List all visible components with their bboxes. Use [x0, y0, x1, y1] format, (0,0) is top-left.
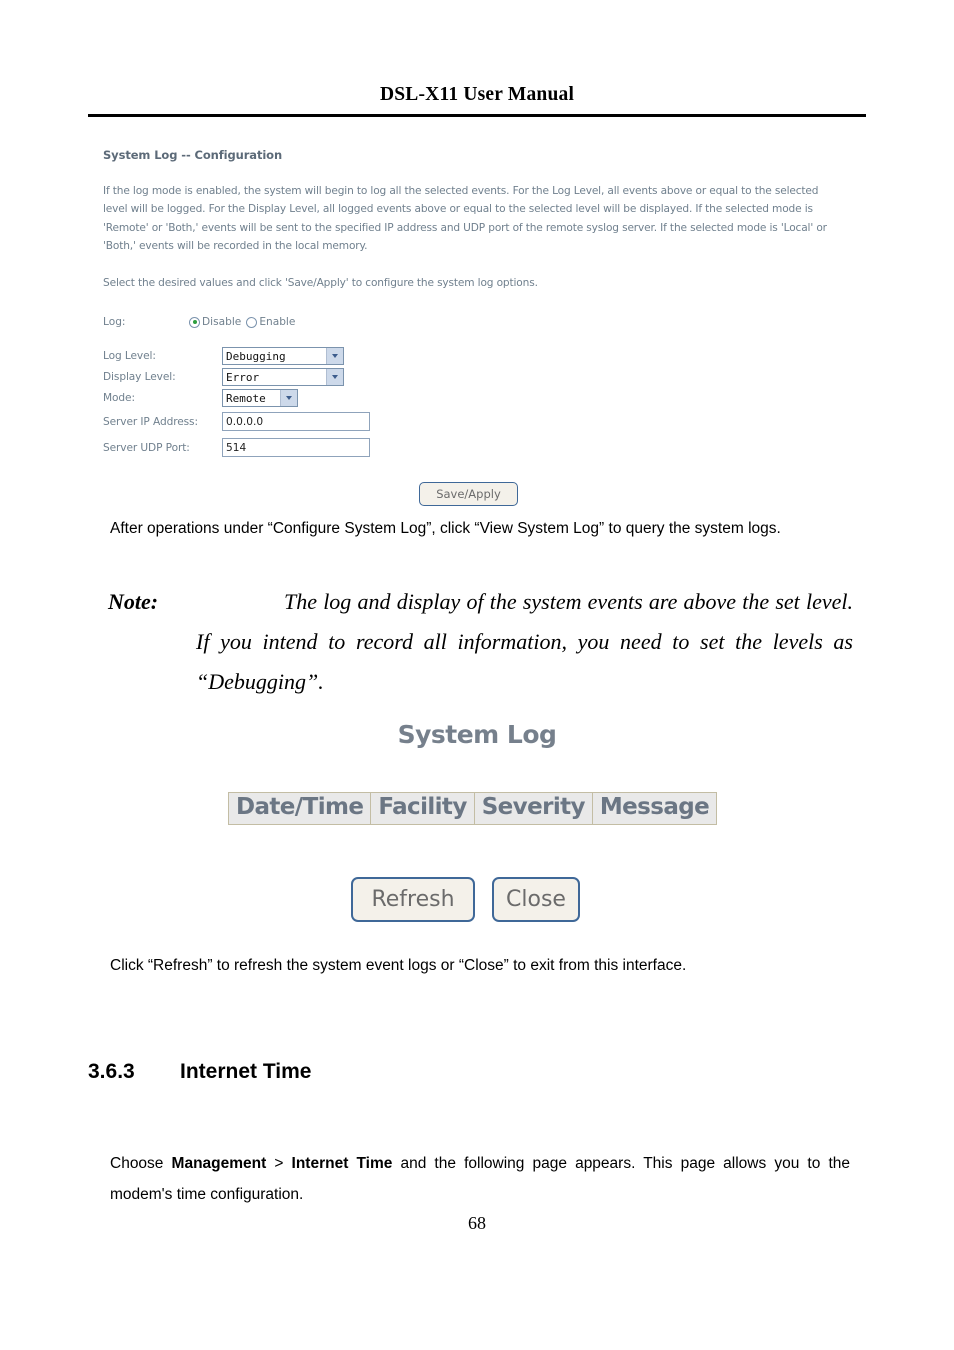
form-row-mode: Mode: Remote	[103, 388, 863, 408]
save-apply-button[interactable]: Save/Apply	[419, 482, 518, 506]
column-header-date-time: Date/Time	[227, 792, 372, 825]
system-log-table: Date/Time Facility Severity Message	[227, 792, 718, 825]
chevron-down-icon[interactable]	[326, 369, 343, 386]
form-row-server-ip: Server IP Address:	[103, 409, 863, 434]
manual-title: DSL-X11 User Manual	[379, 84, 575, 105]
mode-select[interactable]: Remote	[222, 389, 298, 408]
system-log-viewer-title: System Log	[397, 720, 557, 749]
radio-option-enable[interactable]: Enable	[246, 316, 295, 328]
close-button[interactable]: Close	[492, 877, 580, 922]
refresh-button[interactable]: Refresh	[351, 877, 475, 922]
section-number: 3.6.3	[88, 1060, 135, 1083]
header-divider	[88, 114, 866, 117]
form-row-display-level: Display Level: Error	[103, 367, 863, 387]
server-port-label: Server UDP Port:	[103, 441, 190, 454]
note-body: The log and display of the system events…	[196, 589, 853, 694]
column-header-facility: Facility	[370, 792, 475, 825]
radio-disable-icon[interactable]	[189, 316, 200, 328]
log-settings-form: Log Level: Debugging Display Level: Erro…	[103, 346, 863, 460]
paragraph-choose-management: Choose Management > Internet Time and th…	[110, 1148, 850, 1210]
log-level-select[interactable]: Debugging	[222, 347, 344, 366]
note-block: Note: The log and display of the system …	[108, 582, 853, 702]
choose-menu-management: Management	[171, 1155, 267, 1172]
log-level-label: Log Level:	[103, 350, 156, 363]
panel-description: If the log mode is enabled, the system w…	[103, 185, 827, 252]
log-radio-group: Disable Enable	[189, 316, 295, 328]
display-level-label: Display Level:	[103, 371, 176, 384]
mode-label: Mode:	[103, 392, 135, 405]
server-ip-input[interactable]	[222, 412, 370, 432]
server-udp-port-input[interactable]	[222, 438, 370, 458]
table-header-row: Date/Time Facility Severity Message	[227, 792, 718, 825]
log-level-value: Debugging	[226, 349, 286, 363]
paragraph-click-refresh: Click “Refresh” to refresh the system ev…	[110, 957, 687, 974]
page-number: 68	[468, 1213, 486, 1233]
system-log-configuration-panel: System Log -- Configuration If the log m…	[103, 148, 863, 461]
page-header: DSL-X11 User Manual	[88, 84, 866, 106]
chevron-down-icon[interactable]	[280, 390, 297, 407]
system-log-button-bar: Refresh Close	[351, 877, 580, 922]
panel-instruction: Select the desired values and click 'Sav…	[103, 277, 538, 290]
section-heading-internet-time: 3.6.3 Internet Time	[88, 1060, 311, 1084]
radio-enable-icon[interactable]	[246, 316, 258, 328]
radio-disable-label: Disable	[202, 316, 242, 329]
panel-heading: System Log -- Configuration	[103, 148, 283, 162]
column-header-severity: Severity	[473, 792, 593, 825]
form-row-server-port: Server UDP Port:	[103, 435, 863, 460]
choose-prefix: Choose	[110, 1155, 172, 1172]
mode-value: Remote	[226, 391, 266, 405]
log-enable-row: Log: Disable Enable	[103, 316, 863, 328]
section-title: Internet Time	[180, 1060, 312, 1083]
column-header-message: Message	[591, 792, 718, 825]
display-level-select[interactable]: Error	[222, 368, 344, 387]
form-row-log-level: Log Level: Debugging	[103, 346, 863, 366]
server-ip-label: Server IP Address:	[103, 415, 198, 428]
radio-enable-label: Enable	[259, 316, 296, 329]
display-level-value: Error	[226, 370, 260, 384]
paragraph-after-operations: After operations under “Configure System…	[110, 520, 781, 537]
radio-option-disable[interactable]: Disable	[189, 316, 241, 328]
log-label: Log:	[103, 316, 126, 329]
note-label: Note:	[108, 589, 159, 614]
chevron-down-icon[interactable]	[326, 348, 343, 365]
choose-menu-internet-time: Internet Time	[291, 1155, 393, 1172]
choose-separator: >	[266, 1155, 292, 1172]
